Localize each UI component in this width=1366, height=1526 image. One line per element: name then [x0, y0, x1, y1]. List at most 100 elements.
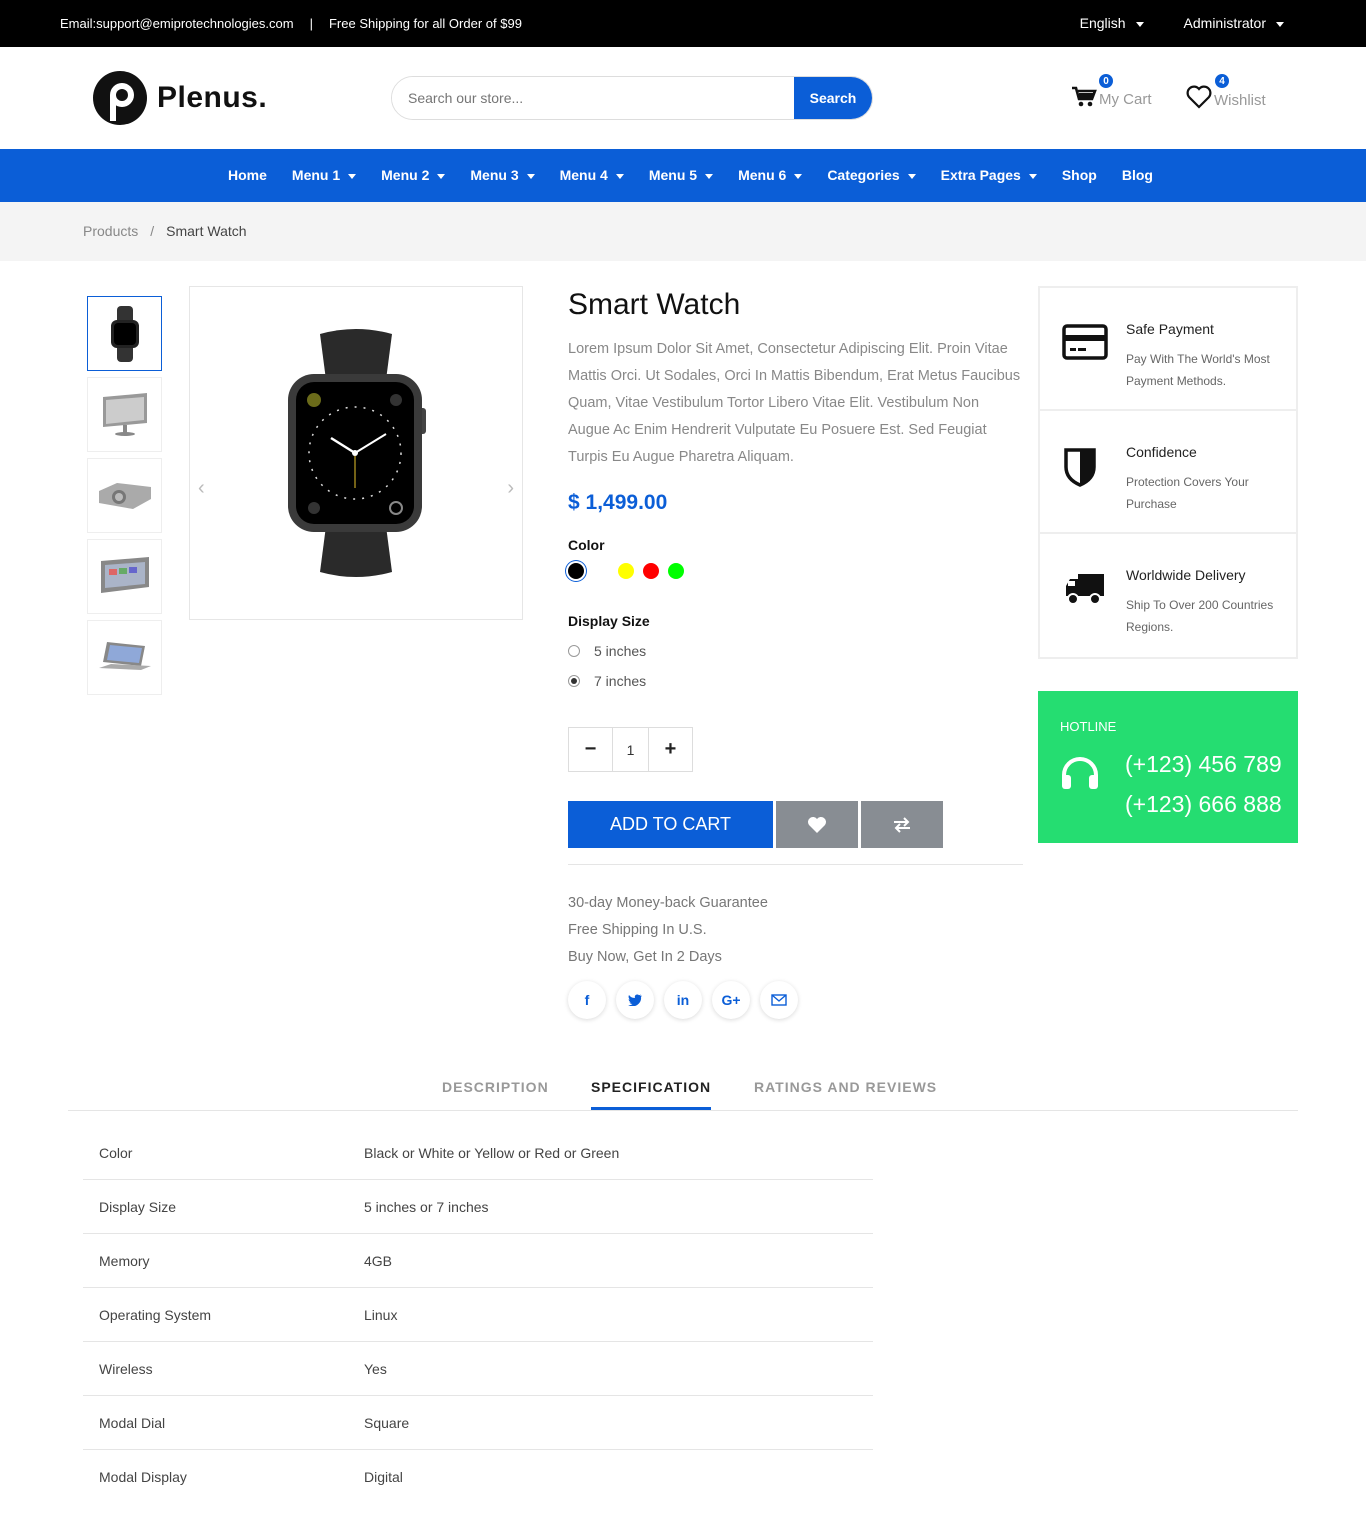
breadcrumb-separator: /	[150, 223, 155, 239]
radio-button[interactable]	[568, 645, 580, 657]
chevron-down-icon	[1135, 21, 1144, 27]
search-button[interactable]: Search	[794, 77, 872, 119]
nav-shop[interactable]: Shop	[1062, 167, 1097, 183]
add-to-cart-button[interactable]: ADD TO CART	[568, 801, 773, 848]
spec-value: Square	[364, 1415, 410, 1431]
linkedin-icon[interactable]: in	[664, 981, 702, 1019]
spec-key: Modal Dial	[99, 1415, 166, 1431]
hotline-phone-2[interactable]: (+123) 666 888	[1125, 791, 1282, 818]
add-to-wishlist-button[interactable]	[776, 801, 858, 848]
color-swatch-red[interactable]	[643, 563, 659, 579]
table-row: Memory 4GB	[83, 1234, 873, 1288]
wishlist-label: Wishlist	[1214, 91, 1266, 109]
credit-card-icon	[1062, 324, 1108, 360]
table-row: Color Black or White or Yellow or Red or …	[83, 1126, 873, 1180]
nav-label: Menu 4	[559, 167, 608, 183]
spec-key: Modal Display	[99, 1469, 187, 1485]
search-input[interactable]	[392, 77, 794, 119]
color-swatch-green[interactable]	[668, 563, 684, 579]
tab-description[interactable]: DESCRIPTION	[442, 1079, 549, 1095]
wishlist-link[interactable]: 4 Wishlist	[1186, 72, 1266, 109]
color-swatches	[568, 563, 1024, 579]
social-share: f in G+	[568, 981, 798, 1019]
nav-categories[interactable]: Categories	[827, 167, 916, 183]
watch-thumb-icon	[110, 305, 139, 362]
product-info: Smart Watch Lorem Ipsum Dolor Sit Amet, …	[568, 288, 1024, 689]
chevron-down-icon	[1276, 21, 1284, 27]
nav-menu-5[interactable]: Menu 5	[648, 167, 714, 183]
chevron-down-icon	[526, 173, 535, 179]
compare-arrows-icon	[894, 816, 910, 833]
tab-specification[interactable]: SPECIFICATION	[591, 1079, 712, 1110]
cart-icon	[1072, 86, 1097, 106]
tablet-thumb-icon	[100, 556, 149, 593]
nav-menu-4[interactable]: Menu 4	[560, 167, 624, 183]
support-email[interactable]: Email:support@emiprotechnologies.com	[60, 16, 294, 31]
thumbnail-watch[interactable]	[87, 296, 162, 371]
user-dropdown[interactable]: Administrator	[1184, 15, 1284, 31]
size-option-label: 7 inches	[594, 673, 647, 689]
nav-menu-6[interactable]: Menu 6	[738, 167, 803, 183]
twitter-icon[interactable]	[616, 981, 654, 1019]
thumbnail-monitor[interactable]	[87, 377, 162, 452]
feature-confidence: Confidence Protection Covers Your Purcha…	[1040, 411, 1296, 534]
language-dropdown[interactable]: English	[1080, 15, 1144, 31]
product-image[interactable]: ‹ ›	[189, 286, 523, 620]
color-swatch-white[interactable]	[593, 563, 609, 579]
chevron-left-icon[interactable]: ‹	[198, 477, 205, 500]
size-option-5[interactable]: 5 inches	[568, 643, 1024, 659]
feature-title: Safe Payment	[1126, 321, 1214, 337]
breadcrumb: Products / Smart Watch	[0, 202, 1366, 261]
features-panel: Safe Payment Pay With The World's Most P…	[1038, 286, 1298, 659]
hotline-label: HOTLINE	[1060, 719, 1117, 734]
nav-label: Menu 1	[291, 167, 341, 183]
google-plus-icon[interactable]: G+	[712, 981, 750, 1019]
feature-title: Worldwide Delivery	[1126, 567, 1246, 583]
mail-icon[interactable]	[760, 981, 798, 1019]
perk-item: 30-day Money-back Guarantee	[568, 895, 768, 911]
nav-blog[interactable]: Blog	[1122, 167, 1153, 183]
quantity-stepper: − 1 +	[568, 727, 693, 772]
cart-link[interactable]: 0 My Cart	[1071, 72, 1152, 108]
feature-text: Protection Covers Your Purchase	[1126, 475, 1249, 511]
thumbnail-laptop[interactable]	[87, 620, 162, 695]
facebook-icon[interactable]: f	[568, 981, 606, 1019]
chevron-down-icon	[615, 173, 624, 179]
thumbnail-list	[87, 296, 162, 701]
thumbnail-projector[interactable]	[87, 458, 162, 533]
chevron-down-icon	[437, 173, 446, 179]
nav-label: Blog	[1121, 167, 1153, 183]
minus-button[interactable]: −	[569, 728, 612, 771]
spec-value: 4GB	[364, 1253, 393, 1269]
product-title: Smart Watch	[568, 288, 741, 321]
compare-button[interactable]	[861, 801, 943, 848]
heart-icon	[1186, 85, 1212, 109]
nav-home[interactable]: Home	[228, 167, 267, 183]
color-swatch-black[interactable]	[568, 563, 584, 579]
brand-logo[interactable]: Plenus.	[91, 69, 267, 127]
cart-label: My Cart	[1099, 91, 1152, 108]
spec-key: Wireless	[99, 1361, 153, 1377]
specification-table: Color Black or White or Yellow or Red or …	[83, 1126, 873, 1504]
nav-menu-2[interactable]: Menu 2	[381, 167, 446, 183]
chevron-down-icon	[907, 173, 916, 179]
nav-label: Menu 5	[648, 167, 698, 183]
divider	[568, 864, 1023, 865]
nav-extra-pages[interactable]: Extra Pages	[941, 167, 1037, 183]
quantity-value[interactable]: 1	[612, 728, 649, 771]
breadcrumb-products[interactable]: Products	[83, 223, 138, 239]
tab-ratings-and-reviews[interactable]: RATINGS AND REVIEWS	[754, 1079, 937, 1095]
radio-button-selected[interactable]	[568, 675, 580, 687]
spec-key: Operating System	[99, 1307, 212, 1323]
feature-safe-payment: Safe Payment Pay With The World's Most P…	[1040, 288, 1296, 411]
nav-menu-3[interactable]: Menu 3	[470, 167, 535, 183]
hotline-phone-1[interactable]: (+123) 456 789	[1125, 751, 1282, 778]
color-swatch-yellow[interactable]	[618, 563, 634, 579]
spec-value: Black or White or Yellow or Red or Green	[364, 1145, 620, 1161]
nav-menu-1[interactable]: Menu 1	[291, 167, 357, 183]
shipping-notice: Free Shipping for all Order of $99	[328, 16, 522, 31]
chevron-right-icon[interactable]: ›	[507, 477, 514, 500]
size-option-7[interactable]: 7 inches	[568, 673, 1024, 689]
thumbnail-tablet[interactable]	[87, 539, 162, 614]
plus-button[interactable]: +	[649, 728, 692, 771]
